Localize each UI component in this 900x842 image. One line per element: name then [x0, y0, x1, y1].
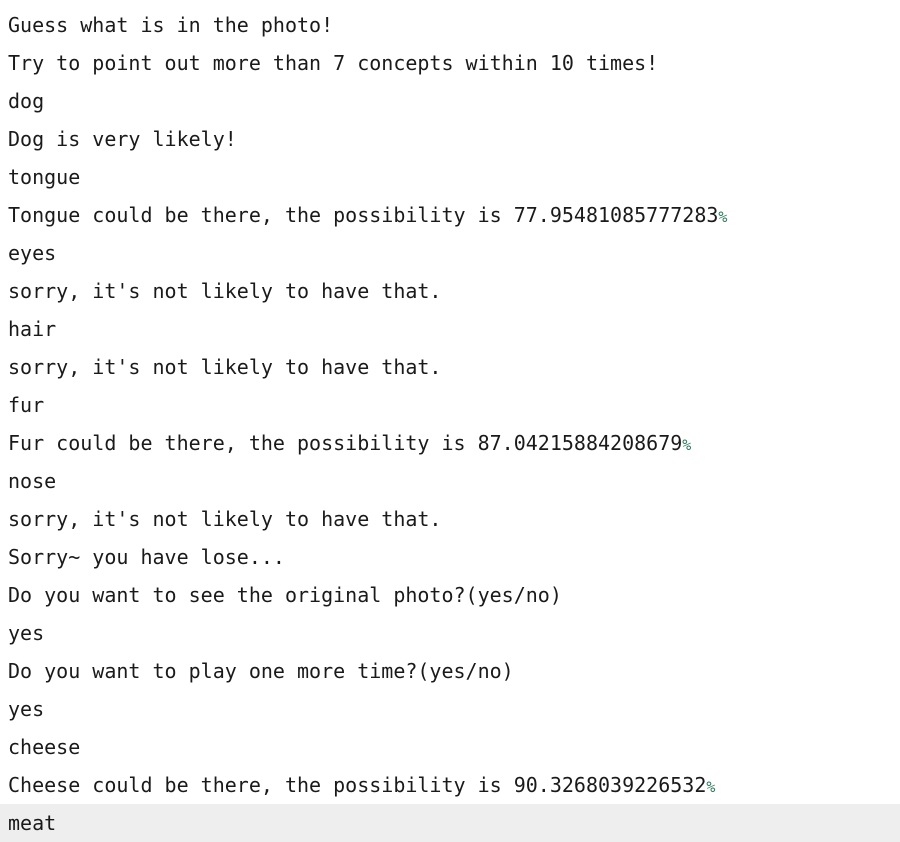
console-line-text: dog [8, 89, 45, 113]
console-line-output: sorry, it's not likely to have that. [0, 272, 900, 310]
console-line-output: Cheese could be there, the possibility i… [0, 766, 900, 804]
console-line-input: nose [0, 462, 900, 500]
console-line-text: Sorry~ you have lose... [8, 545, 285, 569]
console-line-text: Try to point out more than 7 concepts wi… [8, 51, 659, 75]
console-line-input: tongue [0, 158, 900, 196]
console-line-input: dog [0, 82, 900, 120]
console-line-input: fur [0, 386, 900, 424]
console-line-input: yes [0, 690, 900, 728]
console-line-text: Guess what is in the photo! [8, 13, 334, 37]
console-line-output: Fur could be there, the possibility is 8… [0, 424, 900, 462]
console-line-output: Do you want to see the original photo?(y… [0, 576, 900, 614]
console-line-text: sorry, it's not likely to have that. [8, 279, 442, 303]
console-line-text: Cheese could be there, the possibility i… [8, 773, 707, 797]
console-line-text: Do you want to play one more time?(yes/n… [8, 659, 514, 683]
console-line-input: yes [0, 614, 900, 652]
console-line-text: hair [8, 317, 57, 341]
console-line-input: eyes [0, 234, 900, 272]
console-line-output: Guess what is in the photo! [0, 6, 900, 44]
console-line-text: yes [8, 697, 45, 721]
console-line-text: Dog is very likely! [8, 127, 237, 151]
console-line-output: sorry, it's not likely to have that. [0, 500, 900, 538]
console-line-output: Tongue could be there, the possibility i… [0, 196, 900, 234]
console-line-output: sorry, it's not likely to have that. [0, 348, 900, 386]
console-line-text: nose [8, 469, 57, 493]
console-line-input: cheese [0, 728, 900, 766]
percent-sign: % [718, 208, 728, 226]
console-input-line[interactable]: meat [0, 804, 900, 842]
console-line-output: Sorry~ you have lose... [0, 538, 900, 576]
console-line-output: Dog is very likely! [0, 120, 900, 158]
console-line-text: cheese [8, 735, 81, 759]
console-line-output: Try to point out more than 7 concepts wi… [0, 44, 900, 82]
console-line-text: fur [8, 393, 45, 417]
console-input-text[interactable]: meat [8, 811, 56, 835]
console-line-output: Do you want to play one more time?(yes/n… [0, 652, 900, 690]
console-line-text: Tongue could be there, the possibility i… [8, 203, 719, 227]
console-line-input: hair [0, 310, 900, 348]
percent-sign: % [682, 436, 692, 454]
console-line-text: Fur could be there, the possibility is 8… [8, 431, 683, 455]
console-line-text: Do you want to see the original photo?(y… [8, 583, 562, 607]
console-line-text: sorry, it's not likely to have that. [8, 355, 442, 379]
console-line-text: yes [8, 621, 45, 645]
console-line-text: tongue [8, 165, 81, 189]
percent-sign: % [706, 778, 716, 796]
console-line-text: eyes [8, 241, 57, 265]
console-line-text: sorry, it's not likely to have that. [8, 507, 442, 531]
console-output: Guess what is in the photo! Try to point… [0, 6, 900, 842]
